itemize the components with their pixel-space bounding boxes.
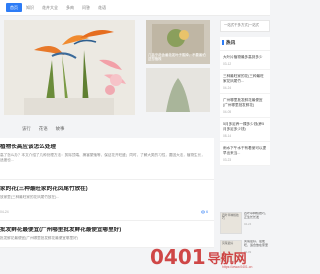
nav-item-knowledge[interactable]: 知识 bbox=[22, 3, 38, 12]
eye-icon bbox=[201, 210, 206, 214]
hot-news-title[interactable]: 5月多足养一棵多少钱(养5月多足多少钱) bbox=[223, 122, 267, 132]
side-thumbnails: 几盆宁花含羞花发叶子蒸掉，不要害怕送您植株 bbox=[146, 20, 210, 116]
right-ad-banner[interactable]: 一站式干多方式(一站式 bbox=[220, 20, 270, 32]
hot-news-item[interactable]: 大叶片植物最多高到多少 03-12 bbox=[220, 51, 270, 70]
watermark-url: https://www.0401.cn bbox=[222, 265, 253, 269]
article-summary: 放家里(三种最旺家的花凤尾竹放在)... bbox=[0, 195, 60, 199]
tab-item[interactable]: 花语 bbox=[39, 126, 48, 132]
thumbnail-card[interactable]: 几盆宁花含羞花发叶子蒸掉，不要害怕送您植株 bbox=[146, 20, 210, 64]
card-title[interactable]: 四叶草种植技巧，正生长长发 bbox=[244, 212, 270, 220]
recommended-card[interactable]: 四叶草种植技巧 四叶草种植技巧，正生长长发 04-24 bbox=[220, 212, 270, 234]
hot-news-panel: 热讯 大叶片植物最多高到多少 03-12 三种最旺家的花(三种最旺家花凤尾竹..… bbox=[220, 37, 270, 166]
thumbnail-caption: 几盆宁花含羞花发叶子蒸掉，不要害怕送您植株 bbox=[148, 53, 206, 61]
hot-news-date: 04-05 bbox=[223, 110, 232, 114]
article-summary: 批发鲜花最便宜(广州哪里批发鲜花最便宜哪里好) bbox=[0, 236, 78, 240]
article-title[interactable]: 家的花(三种最旺家的花凤尾竹放在) bbox=[0, 186, 208, 193]
article-item[interactable]: 植物长高应该怎么处理 高了怎么办？本文介绍了几种处理方法：剪除顶端、摘害繁殖等，… bbox=[0, 138, 214, 180]
article-views: 6 bbox=[201, 210, 208, 214]
site-watermark: 0401 导航网 https://www.0401.cn bbox=[150, 245, 270, 269]
hot-news-title[interactable]: 广州哪里批发鲜花最便宜(广州哪里批发鲜花) bbox=[223, 98, 267, 108]
article-item[interactable]: 批发鲜花最便宜(广州哪里批发鲜花最便宜哪里好) 批发鲜花最便宜(广州哪里批发鲜花… bbox=[0, 221, 214, 248]
card-image[interactable]: 四叶草种植技巧 bbox=[220, 212, 242, 234]
hot-news-date: 03-23 bbox=[223, 158, 232, 162]
article-date: 04-24 bbox=[0, 210, 9, 214]
thumbnail-card[interactable] bbox=[146, 68, 210, 112]
nav-item-flower-language[interactable]: 花语 bbox=[94, 3, 110, 12]
watermark-text: 0401 bbox=[150, 245, 206, 269]
nav-item-home[interactable]: 首页 bbox=[6, 3, 22, 12]
article-summary: 高了怎么办？本文介绍了几种处理方法：剪除顶端、摘害繁殖等，保证花开旺盛；同时，了… bbox=[0, 153, 205, 162]
hot-news-heading: 热讯 bbox=[220, 37, 270, 51]
article-item[interactable]: 家的花(三种最旺家的花凤尾竹放在) 放家里(三种最旺家的花凤尾竹放在)... 0… bbox=[0, 180, 214, 221]
hot-news-item[interactable]: 雨水下午水干有着使可以提早出来当... 03-23 bbox=[220, 142, 270, 166]
hot-news-item[interactable]: 广州哪里批发鲜花最便宜(广州哪里批发鲜花) 04-05 bbox=[220, 94, 270, 118]
card-date: 04-24 bbox=[244, 221, 252, 226]
hot-news-date: 03-12 bbox=[223, 62, 232, 66]
article-title[interactable]: 批发鲜花最便宜(广州哪里批发鲜花最便宜哪里好) bbox=[0, 227, 208, 234]
hot-news-date: 04-24 bbox=[223, 86, 232, 90]
article-view-count: 6 bbox=[206, 210, 208, 214]
hot-news-title[interactable]: 大叶片植物最多高到多少 bbox=[223, 55, 267, 60]
article-meta: 04-24 6 bbox=[0, 210, 208, 214]
main-nav: 首页 知识 花卉大全 多肉 问答 花语 bbox=[6, 3, 110, 12]
hot-news-title[interactable]: 雨水下午水干有着使可以提早出来当... bbox=[223, 146, 267, 156]
hot-news-title[interactable]: 三种最旺家的花(三种最旺家花凤尾竹... bbox=[223, 74, 267, 84]
category-tabs: 该行 花语 故事 bbox=[22, 126, 64, 132]
plant-thumbnail-image bbox=[146, 68, 210, 112]
hot-news-item[interactable]: 三种最旺家的花(三种最旺家花凤尾竹... 04-24 bbox=[220, 70, 270, 94]
tab-item[interactable]: 故事 bbox=[56, 126, 65, 132]
article-list: 植物长高应该怎么处理 高了怎么办？本文介绍了几种处理方法：剪除顶端、摘害繁殖等，… bbox=[0, 138, 214, 248]
watermark-suffix: 导航网 bbox=[207, 251, 247, 267]
hero-banner-image[interactable] bbox=[4, 20, 135, 115]
nav-item-flowers[interactable]: 花卉大全 bbox=[38, 3, 62, 12]
bird-of-paradise-flower-image bbox=[4, 20, 135, 115]
top-navbar: 首页 知识 花卉大全 多肉 问答 花语 bbox=[0, 0, 270, 16]
hot-news-item[interactable]: 5月多足养一棵多少钱(养5月多足多少钱) 08-14 bbox=[220, 118, 270, 142]
hot-news-date: 08-14 bbox=[223, 134, 232, 138]
article-title[interactable]: 植物长高应该怎么处理 bbox=[0, 144, 208, 151]
card-text: 四叶草种植技巧，正生长长发 04-24 bbox=[244, 212, 270, 234]
tab-item[interactable]: 该行 bbox=[22, 126, 31, 132]
nav-item-succulents[interactable]: 多肉 bbox=[62, 3, 78, 12]
nav-item-qa[interactable]: 问答 bbox=[78, 3, 94, 12]
